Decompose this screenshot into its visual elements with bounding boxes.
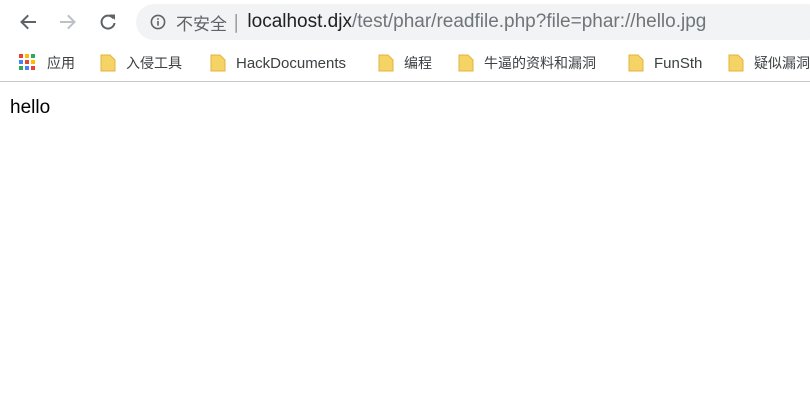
folder-icon bbox=[728, 54, 744, 72]
page-body-text: hello bbox=[10, 97, 51, 118]
bookmark-label: 编程 bbox=[404, 56, 432, 72]
bookmark-folder-resources-vulns[interactable]: 牛逼的资料和漏洞 bbox=[458, 52, 596, 74]
bookmark-label: FunSth bbox=[654, 54, 703, 72]
arrow-left-icon bbox=[20, 14, 36, 30]
bookmarks-bar: 应用 入侵工具 HackDocuments 编程 牛逼的资料和漏洞 FunSth… bbox=[0, 44, 810, 82]
folder-icon bbox=[100, 54, 116, 72]
back-button[interactable] bbox=[13, 7, 43, 37]
bookmark-folder-intrusion-tools[interactable]: 入侵工具 bbox=[100, 52, 182, 74]
bookmark-label: 入侵工具 bbox=[126, 56, 182, 72]
url-text[interactable]: localhost.djx/test/phar/readfile.php?fil… bbox=[247, 11, 706, 33]
bookmark-folder-suspected-vulns[interactable]: 疑似漏洞 bbox=[728, 52, 810, 74]
bookmark-folder-hackdocuments[interactable]: HackDocuments bbox=[210, 52, 346, 74]
browser-toolbar: 不安全 | localhost.djx/test/phar/readfile.p… bbox=[0, 0, 810, 44]
bookmark-label: 疑似漏洞 bbox=[754, 56, 810, 72]
reload-button[interactable] bbox=[93, 7, 123, 37]
reload-icon bbox=[100, 14, 116, 30]
bookmark-folder-funsth[interactable]: FunSth bbox=[628, 52, 702, 74]
bookmark-label: 牛逼的资料和漏洞 bbox=[484, 56, 596, 72]
security-label[interactable]: 不安全 bbox=[176, 10, 227, 35]
bookmark-label: HackDocuments bbox=[236, 54, 347, 72]
folder-icon bbox=[378, 54, 394, 72]
bookmark-apps[interactable]: 应用 bbox=[19, 52, 75, 74]
address-bar[interactable]: 不安全 | localhost.djx/test/phar/readfile.p… bbox=[136, 4, 810, 40]
forward-button[interactable] bbox=[53, 7, 83, 37]
url-host: localhost.djx bbox=[247, 11, 352, 32]
url-separator: | bbox=[233, 11, 240, 33]
bookmark-folder-programming[interactable]: 编程 bbox=[378, 52, 432, 74]
url-path: /test/phar/readfile.php?file=phar://hell… bbox=[351, 11, 707, 32]
bookmark-label: 应用 bbox=[47, 56, 75, 72]
folder-icon bbox=[458, 54, 474, 72]
arrow-right-icon bbox=[60, 14, 76, 30]
folder-icon bbox=[210, 54, 226, 72]
info-icon[interactable] bbox=[150, 14, 166, 30]
folder-icon bbox=[628, 54, 644, 72]
apps-grid-icon bbox=[19, 54, 37, 72]
